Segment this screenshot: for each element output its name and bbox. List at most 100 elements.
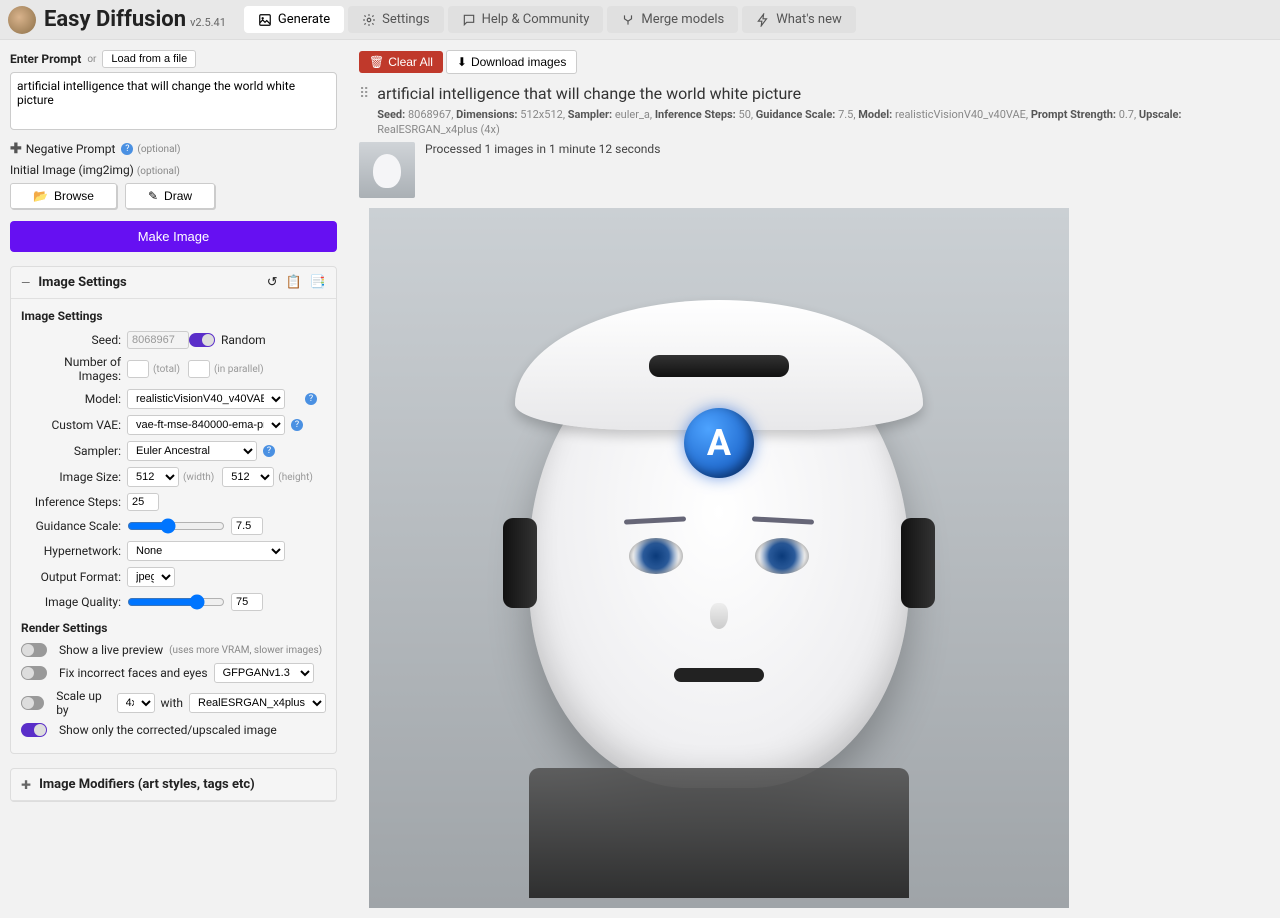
num-images-label: Number of Images: bbox=[21, 355, 121, 383]
quality-input[interactable] bbox=[231, 593, 263, 611]
pencil-icon: ✎ bbox=[148, 189, 158, 203]
help-icon[interactable]: ? bbox=[263, 445, 275, 457]
initial-image-label: Initial Image (img2img) bbox=[10, 163, 134, 177]
optional-text: (optional) bbox=[137, 144, 180, 155]
browse-button[interactable]: 📂 Browse bbox=[10, 183, 117, 209]
guidance-label: Guidance Scale: bbox=[21, 519, 121, 533]
model-label: Model: bbox=[21, 392, 121, 406]
vae-label: Custom VAE: bbox=[21, 418, 121, 432]
help-icon[interactable]: ? bbox=[291, 419, 303, 431]
load-from-file-button[interactable]: Load from a file bbox=[102, 50, 196, 68]
tab-label: Help & Community bbox=[482, 12, 590, 27]
seed-input[interactable] bbox=[127, 331, 189, 349]
drag-handle-icon[interactable]: ⠿ bbox=[359, 84, 369, 102]
result-thumbnail[interactable] bbox=[359, 142, 415, 198]
total-hint: (total) bbox=[153, 364, 180, 375]
app-title: Easy Diffusion bbox=[44, 7, 186, 32]
scale-factor-select[interactable]: 4x bbox=[117, 693, 155, 713]
show-upscaled-toggle[interactable] bbox=[21, 723, 47, 737]
processed-text: Processed 1 images in 1 minute 12 second… bbox=[425, 142, 660, 156]
prompt-label: Enter Prompt bbox=[10, 52, 81, 66]
width-select[interactable]: 512 (*) bbox=[127, 467, 179, 487]
sampler-label: Sampler: bbox=[21, 444, 121, 458]
quality-slider[interactable] bbox=[127, 594, 225, 610]
guidance-slider[interactable] bbox=[127, 518, 225, 534]
render-settings-heading: Render Settings bbox=[21, 621, 326, 635]
show-upscaled-label: Show only the corrected/upscaled image bbox=[59, 723, 277, 737]
tab-generate[interactable]: Generate bbox=[244, 6, 344, 33]
result-meta-line: Seed: 8068967, Dimensions: 512x512, Samp… bbox=[377, 107, 1268, 138]
make-image-button[interactable]: Make Image bbox=[10, 221, 337, 252]
live-preview-hint: (uses more VRAM, slower images) bbox=[169, 645, 322, 656]
app-logo-icon bbox=[8, 6, 36, 34]
scale-up-toggle[interactable] bbox=[21, 696, 44, 710]
negative-prompt-label[interactable]: Negative Prompt bbox=[26, 142, 116, 156]
tab-whats-new[interactable]: What's new bbox=[742, 6, 856, 33]
fix-faces-label: Fix incorrect faces and eyes bbox=[59, 666, 208, 680]
image-icon bbox=[258, 13, 272, 27]
parallel-hint: (in parallel) bbox=[214, 364, 264, 375]
plus-icon[interactable]: ✚ bbox=[10, 141, 22, 157]
format-select[interactable]: jpeg bbox=[127, 567, 175, 587]
image-modifiers-title[interactable]: Image Modifiers (art styles, tags etc) bbox=[39, 777, 326, 792]
folder-icon: 📂 bbox=[33, 189, 48, 203]
parallel-images-input[interactable] bbox=[188, 360, 210, 378]
undo-icon[interactable]: ↺ bbox=[267, 275, 278, 290]
trash-icon: 🗑 bbox=[369, 55, 384, 69]
clear-all-button[interactable]: 🗑 Clear All bbox=[359, 51, 443, 73]
hypernetwork-select[interactable]: None bbox=[127, 541, 285, 561]
scale-model-select[interactable]: RealESRGAN_x4plus bbox=[189, 693, 326, 713]
forehead-badge: A bbox=[684, 408, 754, 478]
fix-faces-toggle[interactable] bbox=[21, 666, 47, 680]
paste-icon[interactable]: 📑 bbox=[310, 275, 326, 290]
bolt-icon bbox=[756, 13, 770, 27]
tab-merge[interactable]: Merge models bbox=[607, 6, 738, 33]
model-select[interactable]: realisticVisionV40_v40VAE bbox=[127, 389, 285, 409]
tab-help[interactable]: Help & Community bbox=[448, 6, 604, 33]
download-icon: ⬇ bbox=[457, 55, 467, 69]
seed-label: Seed: bbox=[21, 333, 121, 347]
copy-icon[interactable]: 📋 bbox=[286, 275, 302, 290]
help-icon[interactable]: ? bbox=[305, 393, 317, 405]
vae-select[interactable]: vae-ft-mse-840000-ema-pruned bbox=[127, 415, 285, 435]
chat-icon bbox=[462, 13, 476, 27]
height-select[interactable]: 512 (*) bbox=[222, 467, 274, 487]
image-settings-heading: Image Settings bbox=[21, 309, 326, 323]
merge-icon bbox=[621, 13, 635, 27]
collapse-icon[interactable]: — bbox=[21, 276, 30, 290]
or-text: or bbox=[87, 54, 96, 65]
prompt-input[interactable] bbox=[10, 72, 337, 130]
guidance-input[interactable] bbox=[231, 517, 263, 535]
tab-settings[interactable]: Settings bbox=[348, 6, 443, 33]
live-preview-toggle[interactable] bbox=[21, 643, 47, 657]
total-images-input[interactable] bbox=[127, 360, 149, 378]
format-label: Output Format: bbox=[21, 570, 121, 584]
quality-label: Image Quality: bbox=[21, 595, 121, 609]
generated-image[interactable]: A bbox=[369, 208, 1069, 908]
panel-title: Image Settings bbox=[38, 275, 266, 290]
optional-text: (optional) bbox=[137, 166, 180, 177]
height-hint: (height) bbox=[278, 472, 313, 483]
steps-label: Inference Steps: bbox=[21, 495, 121, 509]
random-label: Random bbox=[221, 333, 266, 347]
random-seed-toggle[interactable] bbox=[189, 333, 215, 347]
steps-input[interactable] bbox=[127, 493, 159, 511]
tab-label: Merge models bbox=[641, 12, 724, 27]
help-icon[interactable]: ? bbox=[121, 143, 133, 155]
tab-label: Generate bbox=[278, 12, 330, 27]
tab-label: What's new bbox=[776, 12, 842, 27]
app-version: v2.5.41 bbox=[190, 16, 226, 29]
gear-icon bbox=[362, 13, 376, 27]
scale-with-text: with bbox=[161, 696, 183, 710]
draw-button[interactable]: ✎ Draw bbox=[125, 183, 215, 209]
expand-icon[interactable]: ✚ bbox=[21, 778, 31, 792]
size-label: Image Size: bbox=[21, 470, 121, 484]
result-prompt-title: artificial intelligence that will change… bbox=[377, 84, 1268, 103]
sampler-select[interactable]: Euler Ancestral bbox=[127, 441, 257, 461]
width-hint: (width) bbox=[183, 472, 214, 483]
fix-faces-model-select[interactable]: GFPGANv1.3 bbox=[214, 663, 314, 683]
hypernet-label: Hypernetwork: bbox=[21, 544, 121, 558]
scale-up-label: Scale up by bbox=[56, 689, 110, 717]
tab-label: Settings bbox=[382, 12, 429, 27]
download-images-button[interactable]: ⬇ Download images bbox=[446, 50, 577, 74]
